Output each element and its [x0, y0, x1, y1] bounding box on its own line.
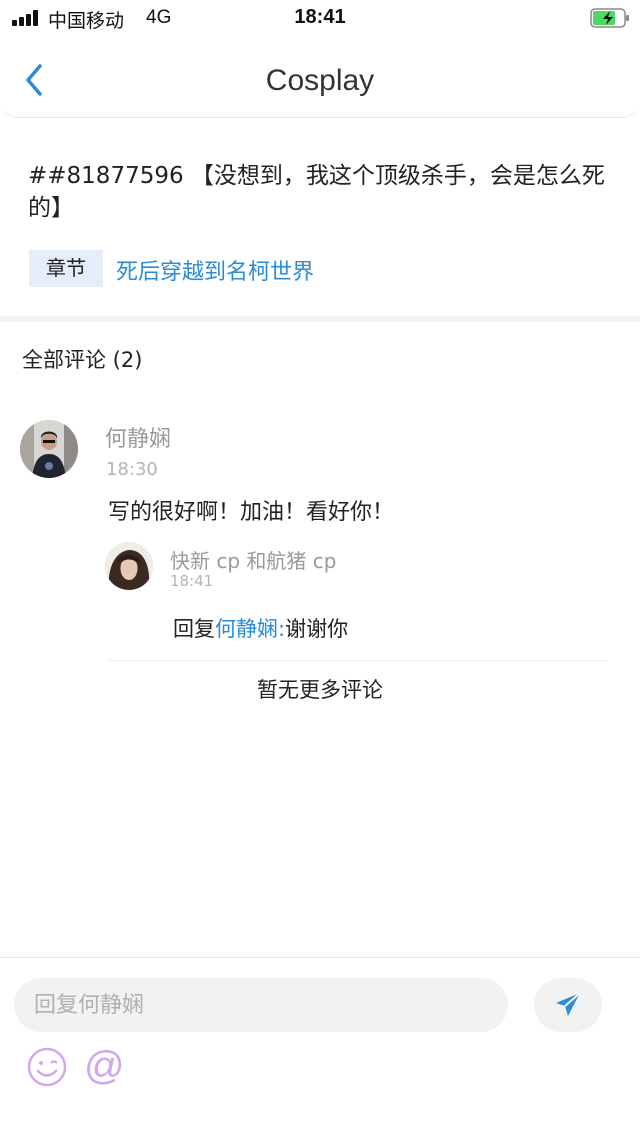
reply-body[interactable]: 回复何静娴:谢谢你	[173, 613, 348, 643]
smiley-icon[interactable]	[26, 1046, 68, 1088]
section-divider	[0, 316, 640, 322]
reply-avatar[interactable]	[105, 542, 153, 590]
reply-prefix: 回复	[173, 617, 215, 641]
reply-input[interactable]	[14, 978, 508, 1032]
paper-plane-icon	[556, 992, 581, 1016]
battery-charging-icon	[590, 8, 629, 28]
avatar[interactable]	[20, 420, 78, 478]
comment-time: 18:30	[106, 459, 158, 480]
clock: 18:41	[294, 6, 346, 28]
no-more-comments: 暂无更多评论	[257, 678, 383, 702]
reply-text: 谢谢你	[285, 617, 349, 641]
mention-button[interactable]: @	[84, 1042, 125, 1090]
reply-author[interactable]: 快新 cp 和航猪 cp	[170, 545, 336, 574]
nav-bar: Cosplay	[0, 38, 640, 118]
chapter-tag: 章节	[29, 250, 103, 287]
chapter-link[interactable]: 死后穿越到名柯世界	[116, 254, 314, 286]
post-title: ##81877596 【没想到，我这个顶级杀手，会是怎么死的】	[28, 163, 605, 221]
status-bar: 中国移动 4G 18:41	[0, 0, 640, 38]
reply-mention[interactable]: 何静娴	[215, 617, 278, 641]
comments-heading: 全部评论 (2)	[22, 348, 143, 372]
page-title: Cosplay	[265, 64, 375, 97]
comment-author[interactable]: 何静娴	[105, 421, 171, 453]
reply-time: 18:41	[170, 572, 214, 590]
send-button[interactable]	[534, 978, 602, 1032]
reply-divider	[108, 660, 608, 661]
comment-body[interactable]: 写的很好啊！加油！看好你！	[108, 494, 394, 526]
comment-composer: @	[0, 957, 640, 1139]
